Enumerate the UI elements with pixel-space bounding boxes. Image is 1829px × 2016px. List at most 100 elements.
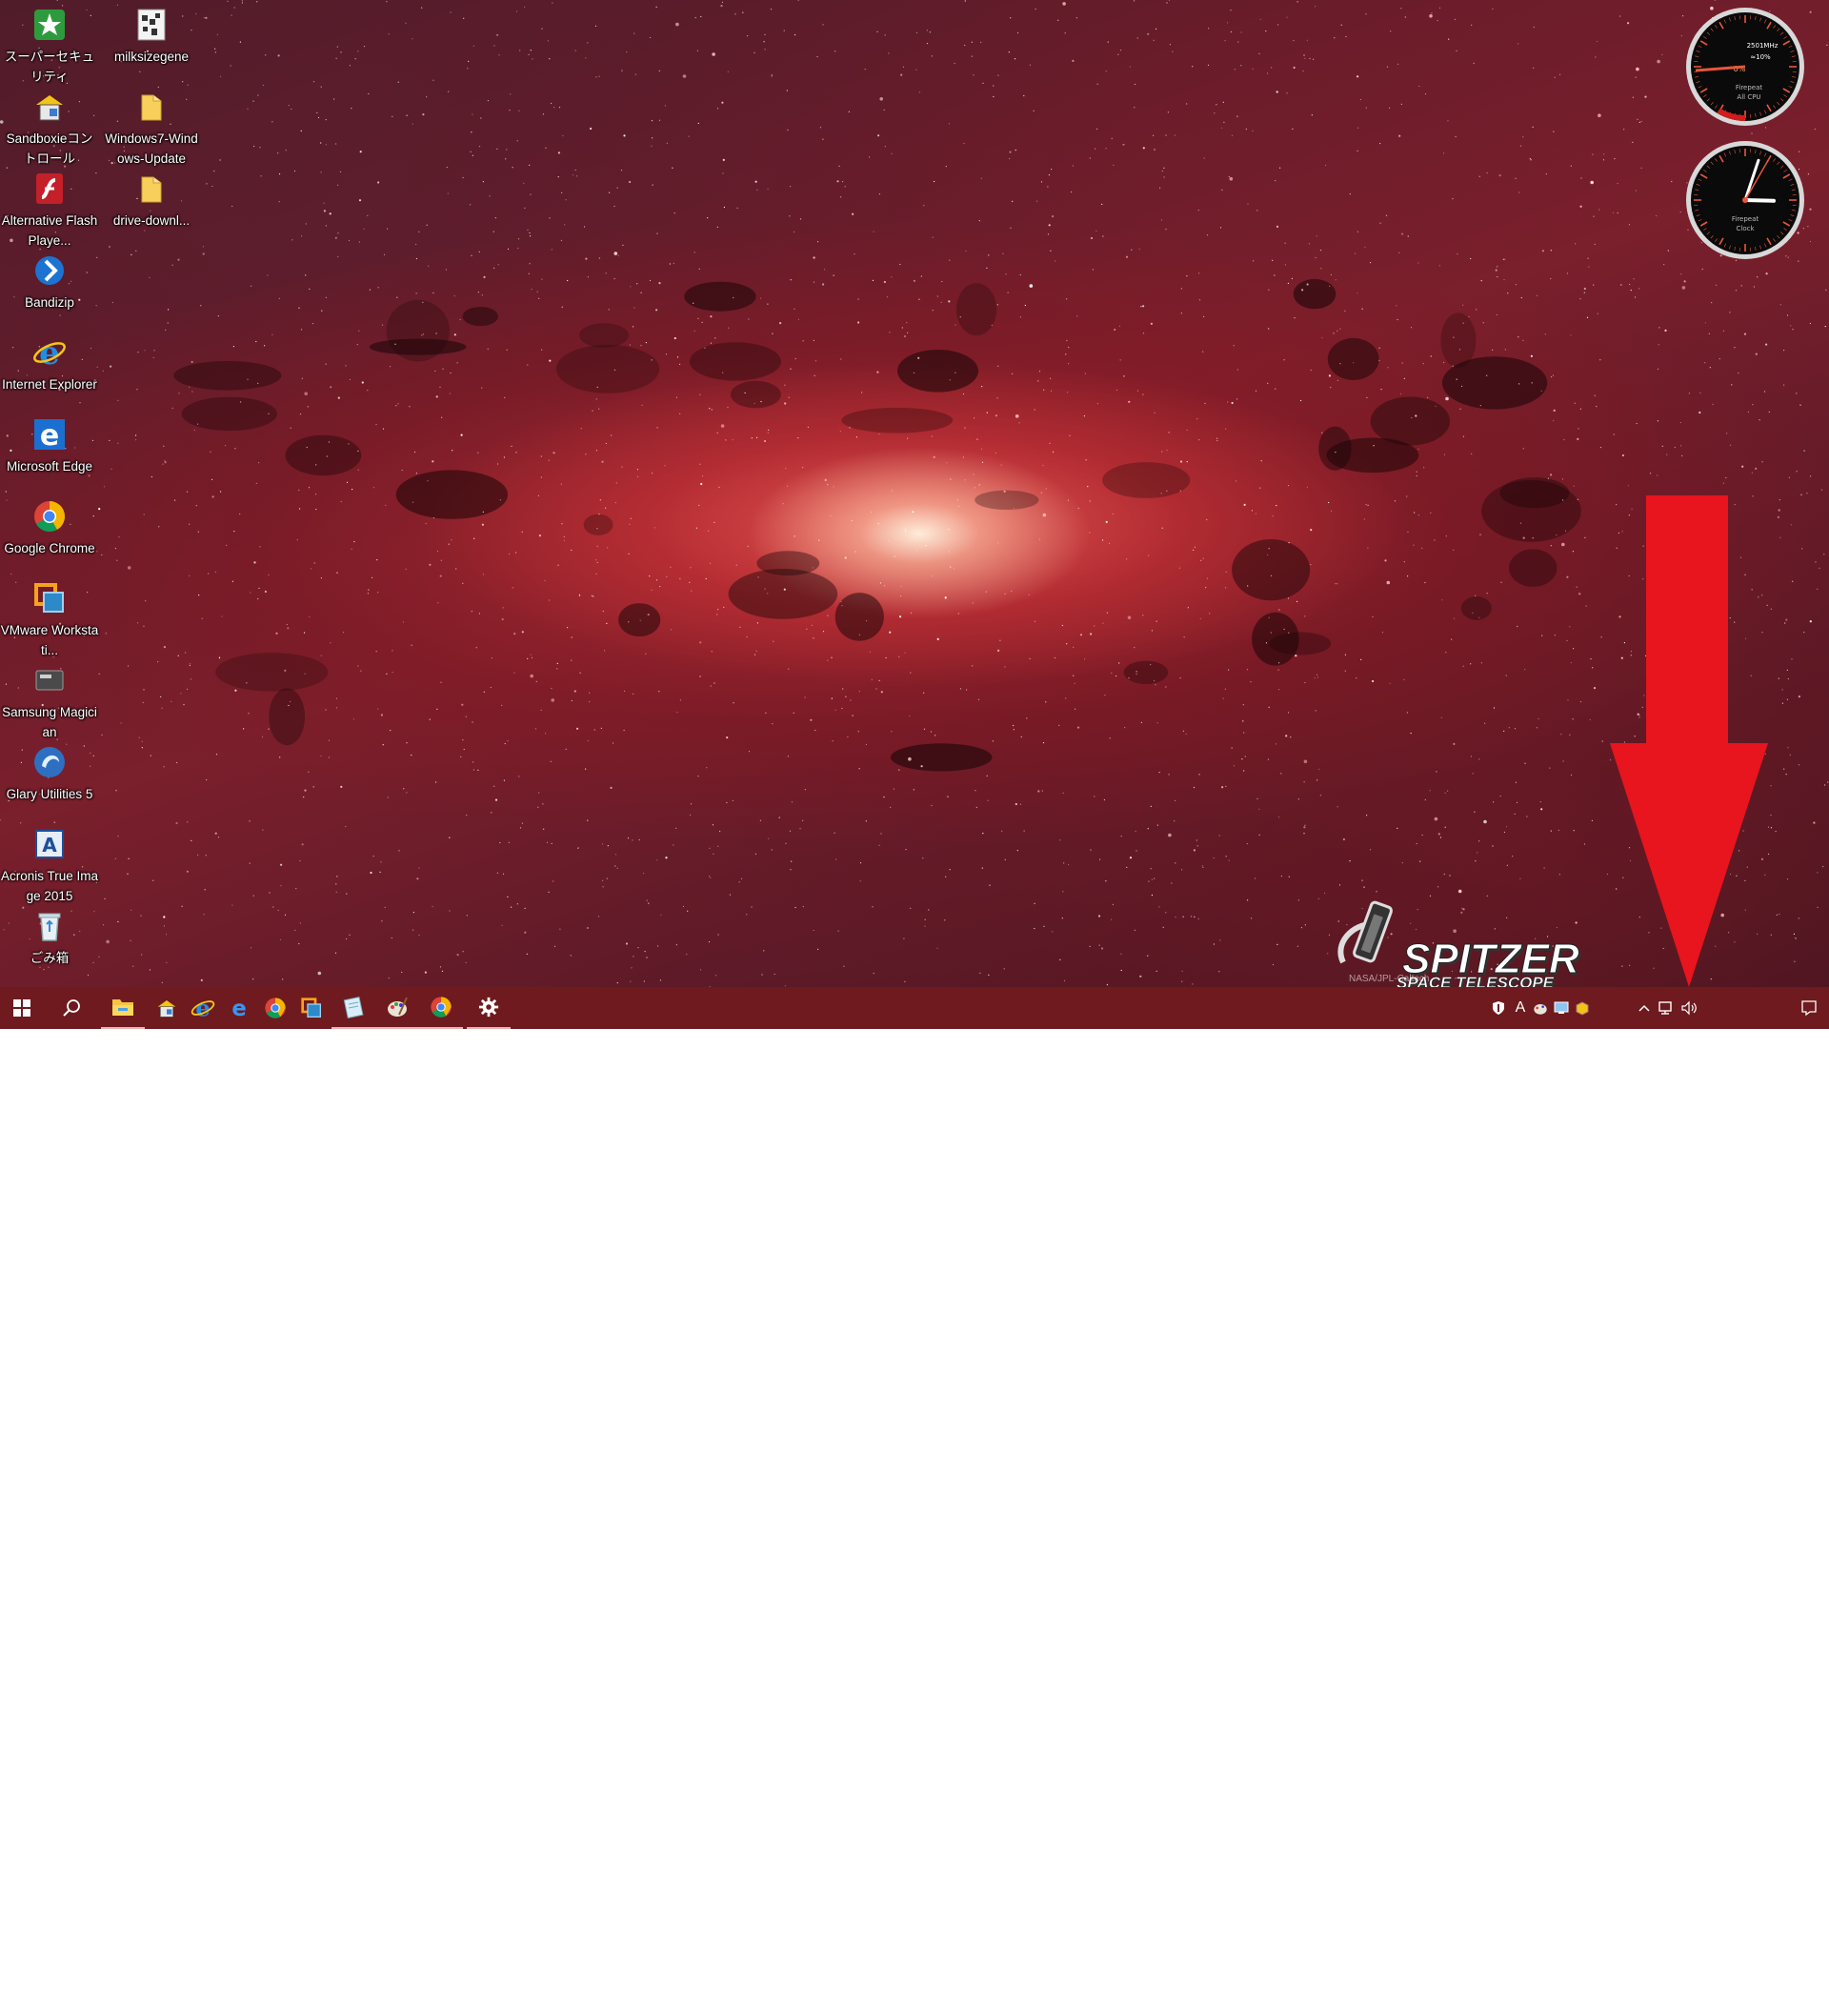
taskbar: e e A 3:03:05 2018/01/13 (0, 987, 1829, 1029)
folder-icon (132, 88, 171, 126)
desktop-icon-label: VMware Workstati... (0, 620, 99, 660)
windows-start-icon (13, 999, 30, 1017)
desktop-icon-milksizegene[interactable]: milksizegene (102, 4, 201, 67)
super-security-icon (30, 6, 69, 44)
desktop-icon-label: Samsung Magician (0, 702, 99, 742)
cpu-speed-readout: 2501MHz (1747, 42, 1779, 50)
chevron-up-icon (1638, 1004, 1650, 1012)
ime-mode-indicator[interactable]: A (1511, 987, 1530, 1029)
desktop-icon-label: Acronis True Image 2015 (0, 866, 99, 906)
clock-hour-hand (1745, 200, 1774, 201)
desktop-icon-label: Internet Explorer (0, 374, 99, 394)
sandboxie-icon (30, 88, 69, 126)
desktop-icon-sandboxie[interactable]: Sandboxieコントロール (0, 86, 99, 169)
chrome-icon (430, 996, 452, 1018)
cpu-meter-gadget[interactable]: 2501MHz ≈10% 0% Firepeat All CPU (1684, 6, 1806, 128)
tray-shield[interactable] (1488, 987, 1509, 1029)
clock-time: 3:03:05 (1722, 1978, 1760, 1995)
bandizip-icon (30, 252, 69, 290)
start-button[interactable] (0, 987, 44, 1029)
desktop-icon-label: スーパーセキュリティ (0, 47, 99, 87)
recycle-bin-icon (30, 907, 69, 945)
desktop-icon-bandizip[interactable]: Bandizip (0, 250, 99, 312)
tray-remote[interactable] (1551, 987, 1572, 1029)
desktop-icon-label: Google Chrome (0, 538, 99, 558)
desktop-icon-label: ごみ箱 (0, 948, 99, 968)
chrome-icon (30, 497, 69, 535)
desktop-icon-samsung-magician[interactable]: Samsung Magician (0, 659, 99, 742)
desktop-icon-microsoft-edge[interactable]: e Microsoft Edge (0, 413, 99, 476)
desktop-icon-google-chrome[interactable]: Google Chrome (0, 495, 99, 558)
search-icon (62, 998, 81, 1018)
action-center-button[interactable] (1789, 987, 1829, 1029)
edge-icon: e (30, 415, 69, 454)
volume-control[interactable] (1678, 987, 1699, 1029)
vmware-icon (30, 579, 69, 617)
clock-gadget-brand: Firepeat (1732, 215, 1759, 223)
edge-icon: e (228, 997, 251, 1019)
svg-text:e: e (40, 419, 59, 452)
settings-gear-icon (478, 997, 499, 1018)
desktop-icon-label: Windows7-Windows-Update (102, 129, 201, 169)
internet-explorer-icon: e (30, 333, 69, 372)
desktop-icon-super-security[interactable]: スーパーセキュリティ (0, 4, 99, 87)
desktop-icon-recycle-bin[interactable]: ごみ箱 (0, 905, 99, 968)
acronis-icon: A (30, 825, 69, 863)
notification-icon (1800, 999, 1818, 1017)
taskbar-vmware[interactable] (290, 987, 333, 1029)
shield-icon (1491, 1000, 1506, 1016)
svg-text:e: e (231, 997, 246, 1019)
svg-text:e: e (39, 335, 60, 370)
desktop-icon-label: drive-downl... (102, 211, 201, 231)
desktop-icon-label: Bandizip (0, 292, 99, 312)
flash-player-icon (30, 170, 69, 208)
svg-text:e: e (195, 996, 211, 1020)
telescope-logo-icon (1334, 896, 1410, 981)
desktop-icon-acronis-true-image[interactable]: A Acronis True Image 2015 (0, 823, 99, 906)
samsung-magician-icon (30, 661, 69, 699)
desktop-icon-alternative-flash-player[interactable]: Alternative Flash Playe... (0, 168, 99, 251)
folder-icon (132, 170, 171, 208)
desktop-icon-label: Glary Utilities 5 (0, 784, 99, 804)
taskbar-clock[interactable]: 3:03:05 2018/01/13 (1698, 1974, 1785, 2016)
annotation-arrow (1610, 495, 1768, 987)
desktop-icon-glary-utilities[interactable]: Glary Utilities 5 (0, 741, 99, 804)
vmware-icon (300, 997, 323, 1019)
desktop[interactable]: スーパーセキュリティ Sandboxieコントロール Alternative F… (0, 0, 1829, 987)
desktop-icon-windows7-windows-update[interactable]: Windows7-Windows-Update (102, 86, 201, 169)
desktop-icon-label: Microsoft Edge (0, 456, 99, 476)
clock-gadget-caption: Clock (1736, 225, 1755, 232)
speaker-icon (1680, 1000, 1698, 1016)
taskbar-notepad[interactable] (332, 987, 375, 1029)
milksizegene-icon (132, 6, 171, 44)
network-icon (1658, 1000, 1675, 1016)
show-hidden-icons-button[interactable] (1635, 987, 1654, 1029)
tray-box[interactable] (1572, 987, 1593, 1029)
svg-text:A: A (42, 834, 57, 857)
desktop-icon-vmware-workstation[interactable]: VMware Workstati... (0, 577, 99, 660)
desktop-icon-internet-explorer[interactable]: e Internet Explorer (0, 332, 99, 394)
desktop-icon-label: Sandboxieコントロール (0, 129, 99, 169)
analog-clock-gadget[interactable]: Firepeat Clock (1684, 139, 1806, 261)
internet-explorer-icon: e (191, 996, 215, 1020)
tray-paint[interactable] (1530, 987, 1551, 1029)
taskbar-file-explorer[interactable] (101, 987, 145, 1029)
cpu-gadget-brand: Firepeat (1736, 84, 1763, 91)
desktop-icon-label: milksizegene (102, 47, 201, 67)
glary-utilities-icon (30, 743, 69, 781)
taskbar-paint[interactable] (375, 987, 419, 1029)
taskbar-settings[interactable] (467, 987, 511, 1029)
clock-date: 2018/01/13 (1713, 1995, 1770, 2012)
desktop-icon-drive-download[interactable]: drive-downl... (102, 168, 201, 231)
file-explorer-icon (111, 997, 134, 1018)
starfield-wallpaper (0, 0, 1829, 987)
paint-icon (386, 996, 409, 1018)
cpu-gadget-caption: All CPU (1737, 93, 1760, 101)
paint-icon (1533, 1000, 1548, 1016)
package-icon (1575, 1000, 1590, 1016)
taskbar-chrome-running[interactable] (419, 987, 463, 1029)
notepad-icon (342, 996, 365, 1018)
network-status[interactable] (1656, 987, 1677, 1029)
search-button[interactable] (50, 987, 93, 1029)
cpu-load-readout: ≈10% (1750, 53, 1771, 61)
